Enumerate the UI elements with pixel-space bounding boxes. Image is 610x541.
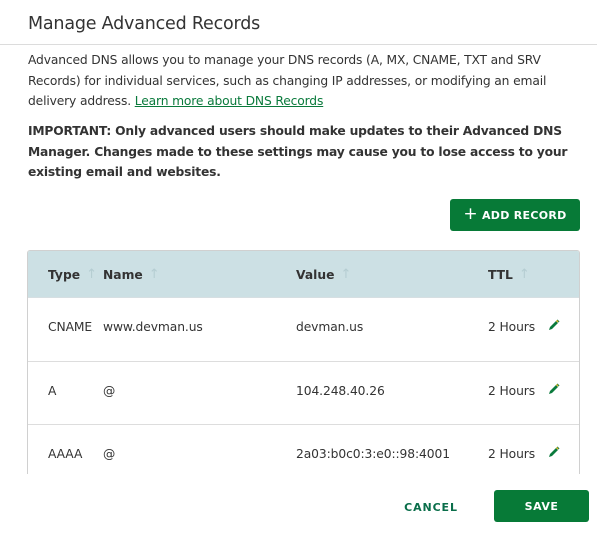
- dns-records-table[interactable]: Type ↑ Name ↑ Value ↑ TTL ↑ CNAME www.de…: [27, 250, 580, 474]
- column-header-label: Name: [103, 267, 143, 282]
- title-divider: [0, 44, 597, 45]
- cell-value: 104.248.40.26: [296, 383, 385, 398]
- learn-more-link[interactable]: Learn more about DNS Records: [135, 94, 324, 108]
- column-header-name[interactable]: Name ↑: [103, 267, 160, 282]
- column-header-ttl[interactable]: TTL ↑: [488, 267, 530, 282]
- table-row: AAAA @ 2a03:b0c0:3:e0::98:4001 2 Hours: [28, 425, 579, 474]
- table-header: Type ↑ Name ↑ Value ↑ TTL ↑: [28, 251, 579, 298]
- cell-type: A: [48, 383, 57, 398]
- column-header-label: Value: [296, 267, 335, 282]
- cell-ttl: 2 Hours: [488, 383, 536, 398]
- column-header-value[interactable]: Value ↑: [296, 267, 351, 282]
- cell-type: AAAA: [48, 447, 83, 461]
- column-header-label: TTL: [488, 267, 513, 282]
- cell-name: www.devman.us: [103, 320, 203, 334]
- column-header-type[interactable]: Type ↑: [48, 267, 97, 282]
- dialog-title: Manage Advanced Records: [28, 14, 261, 34]
- cell-type: CNAME: [48, 320, 93, 334]
- cell-ttl: 2 Hours: [488, 320, 536, 334]
- cell-value: 2a03:b0c0:3:e0::98:4001: [296, 447, 450, 461]
- cell-ttl: 2 Hours: [488, 447, 536, 461]
- description-text: Advanced DNS allows you to manage your D…: [28, 50, 588, 112]
- plus-icon: +: [463, 203, 478, 224]
- save-button[interactable]: SAVE: [494, 490, 589, 522]
- pencil-icon[interactable]: [547, 381, 561, 395]
- arrow-up-icon: ↑: [148, 267, 160, 282]
- cell-value: devman.us: [296, 320, 364, 334]
- pencil-icon[interactable]: [547, 317, 561, 331]
- cancel-button[interactable]: CANCEL: [395, 492, 467, 522]
- arrow-up-icon: ↑: [86, 267, 97, 282]
- pencil-icon[interactable]: [547, 444, 561, 458]
- arrow-up-icon: ↑: [518, 267, 530, 282]
- cell-name: @: [103, 383, 116, 398]
- table-row: A @ 104.248.40.26 2 Hours: [28, 362, 579, 425]
- cell-name: @: [103, 447, 116, 461]
- table-row: CNAME www.devman.us devman.us 2 Hours: [28, 298, 579, 362]
- arrow-up-icon: ↑: [340, 267, 352, 282]
- important-warning: IMPORTANT: Only advanced users should ma…: [28, 124, 568, 179]
- column-header-label: Type: [48, 267, 81, 282]
- add-record-button[interactable]: + ADD RECORD: [450, 199, 580, 231]
- add-record-label: ADD RECORD: [481, 208, 567, 222]
